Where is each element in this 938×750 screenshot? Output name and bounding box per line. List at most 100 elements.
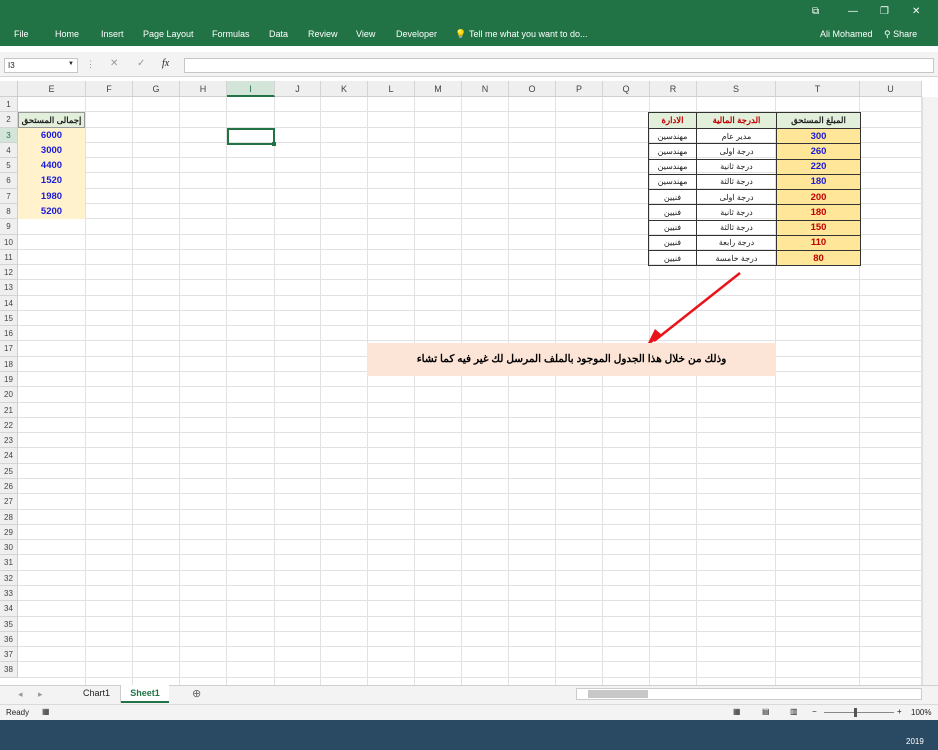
row-header-27[interactable]: 27 [0,494,18,510]
note-callout[interactable]: وذلك من خلال هذا الجدول الموجود بالملف ا… [367,343,776,376]
tab-view[interactable]: View [356,29,375,39]
amount-cell[interactable]: 180 [776,173,861,191]
column-header-g[interactable]: G [133,81,180,97]
dept-cell[interactable]: فنيين [648,250,697,267]
page-layout-view-icon[interactable]: ▤ [762,707,770,716]
column-header-k[interactable]: K [321,81,368,97]
row-header-14[interactable]: 14 [0,295,18,311]
amount-cell[interactable]: 150 [776,219,861,236]
row-header-32[interactable]: 32 [0,570,18,586]
row-header-10[interactable]: 10 [0,234,18,250]
tab-file[interactable]: File [14,29,29,39]
row-header-8[interactable]: 8 [0,203,18,220]
minimize-icon[interactable]: — [848,6,858,17]
page-break-view-icon[interactable]: ▥ [790,707,798,716]
grade-cell[interactable]: درجة اولى [696,143,777,160]
add-sheet-icon[interactable]: ⊕ [192,687,201,700]
grade-cell[interactable]: درجة ثانية [696,204,777,221]
grade-cell[interactable]: درجة ثالثة [696,173,777,191]
column-header-s[interactable]: S [697,81,776,97]
row-header-6[interactable]: 6 [0,173,18,189]
normal-view-icon[interactable]: ▦ [733,707,741,716]
row-header-4[interactable]: 4 [0,142,18,159]
amount-cell[interactable]: 110 [776,234,861,252]
insert-function-icon[interactable]: fx [162,58,169,69]
share-button[interactable]: ⚲ Share [884,29,917,40]
row-header-38[interactable]: 38 [0,662,18,678]
sheet-tab-chart1[interactable]: Chart1 [73,685,121,703]
row-header-23[interactable]: 23 [0,433,18,449]
amount-header[interactable]: المبلغ المستحق [776,112,861,129]
sheet-tab-sheet1[interactable]: Sheet1 [121,685,169,703]
row-header-29[interactable]: 29 [0,524,18,541]
row-header-34[interactable]: 34 [0,601,18,617]
column-header-p[interactable]: P [556,81,603,97]
amount-cell[interactable]: 80 [776,250,861,267]
enter-icon[interactable]: ✓ [137,58,145,69]
total-cell[interactable]: 5200 [18,203,85,220]
close-icon[interactable]: ✕ [912,6,920,17]
grade-cell[interactable]: درجة ثالثة [696,219,777,236]
row-header-15[interactable]: 15 [0,310,18,327]
column-header-e[interactable]: E [18,81,86,97]
row-header-37[interactable]: 37 [0,647,18,663]
grade-header[interactable]: الدرجة المالية [696,112,777,129]
row-header-22[interactable]: 22 [0,417,18,434]
total-cell[interactable]: 1980 [18,188,85,204]
restore-icon[interactable]: ❐ [880,6,889,17]
zoom-slider[interactable] [824,712,894,713]
total-header[interactable]: إجمالى المستحق [18,112,85,128]
zoom-out-icon[interactable]: − [812,707,817,716]
zoom-level[interactable]: 100% [911,708,931,717]
tab-formulas[interactable]: Formulas [212,29,250,39]
grade-cell[interactable]: درجة خامسة [696,250,777,267]
dept-cell[interactable]: فنيين [648,189,697,206]
row-header-2[interactable]: 2 [0,112,18,128]
amount-cell[interactable]: 180 [776,204,861,221]
row-header-11[interactable]: 11 [0,249,18,266]
tab-developer[interactable]: Developer [396,29,437,39]
column-header-r[interactable]: R [650,81,697,97]
column-header-o[interactable]: O [509,81,556,97]
dept-cell[interactable]: مهندسين [648,127,697,145]
amount-cell[interactable]: 200 [776,189,861,206]
total-cell[interactable]: 1520 [18,173,85,189]
scrollbar-thumb[interactable] [588,690,648,698]
ribbon-display-icon[interactable]: ⧉ [812,6,819,17]
row-header-33[interactable]: 33 [0,585,18,602]
scroll-right-icon[interactable]: ▸ [38,689,43,700]
zoom-slider-thumb[interactable] [854,708,857,717]
row-header-9[interactable]: 9 [0,219,18,235]
row-header-17[interactable]: 17 [0,341,18,357]
grade-cell[interactable]: درجة ثانية [696,158,777,175]
column-header-l[interactable]: L [368,81,415,97]
row-header-18[interactable]: 18 [0,356,18,373]
grade-cell[interactable]: درجة رابعة [696,234,777,252]
column-header-u[interactable]: U [860,81,922,97]
row-header-3[interactable]: 3 [0,127,18,143]
macro-record-icon[interactable]: ▦ [42,707,50,716]
dept-cell[interactable]: مهندسين [648,143,697,160]
column-header-n[interactable]: N [462,81,509,97]
row-header-35[interactable]: 35 [0,616,18,632]
fill-handle[interactable] [272,142,276,146]
row-header-1[interactable]: 1 [0,97,18,113]
name-box[interactable]: I3 ▼ [4,58,78,73]
amount-cell[interactable]: 220 [776,158,861,175]
amount-cell[interactable]: 300 [776,127,861,145]
dept-cell[interactable]: فنيين [648,219,697,236]
row-header-16[interactable]: 16 [0,326,18,342]
tell-me-search[interactable]: Tell me what you want to do... [469,29,588,39]
tab-insert[interactable]: Insert [101,29,124,39]
row-header-5[interactable]: 5 [0,158,18,174]
scroll-left-icon[interactable]: ◂ [18,689,23,700]
column-header-j[interactable]: J [275,81,321,97]
row-header-13[interactable]: 13 [0,280,18,296]
column-header-f[interactable]: F [86,81,133,97]
select-all-corner[interactable] [0,81,18,97]
tab-page-layout[interactable]: Page Layout [143,29,194,39]
dept-header[interactable]: الادارة [648,112,697,129]
row-header-25[interactable]: 25 [0,463,18,479]
dept-cell[interactable]: مهندسين [648,173,697,191]
amount-cell[interactable]: 260 [776,143,861,160]
